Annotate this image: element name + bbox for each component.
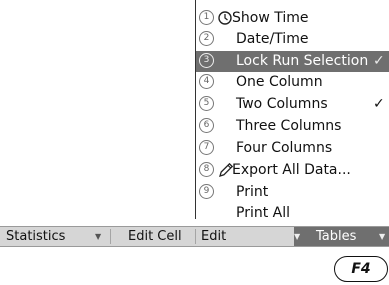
menu-item-print-all[interactable]: Print All bbox=[196, 203, 389, 224]
tab-tables[interactable]: ▼ Tables ▼ bbox=[294, 227, 389, 246]
tab-statistics[interactable]: Statistics ▼ bbox=[0, 227, 110, 246]
menu-item-show-time[interactable]: 1 Show Time bbox=[196, 8, 389, 29]
tab-label: Statistics bbox=[6, 229, 66, 244]
menu-item-lock-run-selection[interactable]: 3 Lock Run Selection ✓ bbox=[196, 51, 389, 72]
number-2-badge: 2 bbox=[199, 31, 214, 46]
tab-edit[interactable]: Edit bbox=[196, 227, 294, 246]
number-1-badge: 1 bbox=[199, 10, 214, 25]
number-8-badge: 8 bbox=[199, 162, 214, 177]
menu-item-four-columns[interactable]: 7 Four Columns bbox=[196, 138, 389, 159]
number-4-badge: 4 bbox=[199, 74, 214, 89]
bottom-toolbar: Statistics ▼ Edit Cell Edit ▼ Tables ▼ bbox=[0, 226, 389, 247]
tab-edit-cell[interactable]: Edit Cell bbox=[111, 227, 195, 246]
number-6-badge: 6 bbox=[199, 118, 214, 133]
menu-item-label: Export All Data... bbox=[232, 162, 351, 178]
menu-item-export-all-data[interactable]: 8 Export All Data... bbox=[196, 160, 389, 181]
number-3-badge: 3 bbox=[199, 53, 214, 68]
tables-dropdown-menu: 1 Show Time 2 Date/Time 3 Lock Run Selec… bbox=[195, 0, 389, 221]
menu-item-label: One Column bbox=[236, 74, 323, 90]
menu-item-three-columns[interactable]: 6 Three Columns bbox=[196, 116, 389, 137]
dropdown-arrow-icon: ▼ bbox=[294, 232, 301, 241]
tab-label: Tables bbox=[316, 229, 357, 244]
menu-item-label: Three Columns bbox=[236, 118, 342, 134]
dropdown-arrow-icon: ▼ bbox=[379, 232, 386, 241]
menu-item-label: Two Columns bbox=[236, 96, 328, 112]
menu-item-print[interactable]: 9 Print bbox=[196, 182, 389, 203]
tab-label: Edit bbox=[201, 229, 227, 244]
checkmark-icon: ✓ bbox=[373, 96, 385, 112]
checkmark-icon: ✓ bbox=[373, 53, 385, 69]
dropdown-arrow-icon: ▼ bbox=[95, 232, 102, 241]
number-5-badge: 5 bbox=[199, 96, 214, 111]
tab-label: Edit Cell bbox=[128, 229, 182, 244]
menu-item-label: Date/Time bbox=[236, 31, 309, 47]
number-7-badge: 7 bbox=[199, 140, 214, 155]
f4-function-key[interactable]: F4 bbox=[334, 256, 388, 282]
menu-item-label: Show Time bbox=[232, 10, 309, 26]
menu-item-label: Print All bbox=[236, 205, 291, 221]
number-9-badge: 9 bbox=[199, 184, 214, 199]
menu-item-label: Print bbox=[236, 184, 269, 200]
menu-item-one-column[interactable]: 4 One Column bbox=[196, 72, 389, 93]
menu-item-two-columns[interactable]: 5 Two Columns ✓ bbox=[196, 94, 389, 115]
menu-item-label: Four Columns bbox=[236, 140, 333, 156]
menu-item-date-time[interactable]: 2 Date/Time bbox=[196, 29, 389, 50]
menu-item-label: Lock Run Selection bbox=[236, 53, 369, 69]
function-key-label: F4 bbox=[351, 261, 371, 277]
